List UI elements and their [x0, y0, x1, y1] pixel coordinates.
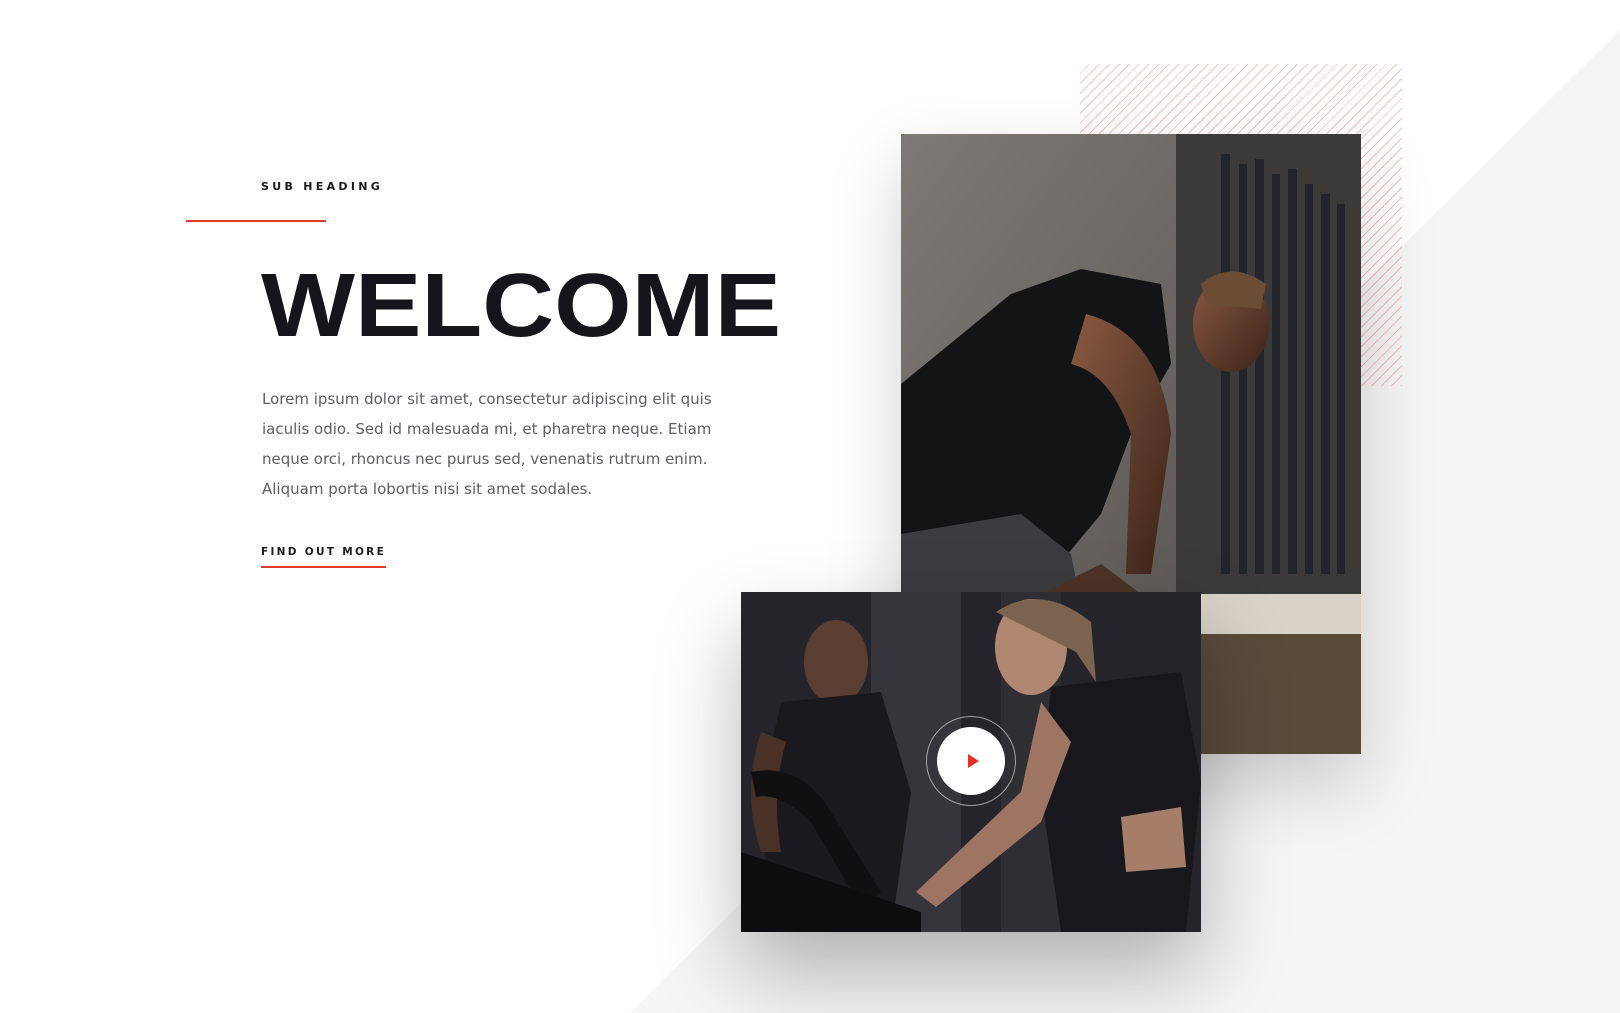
- svg-text:WELCOME: WELCOME: [261, 256, 781, 356]
- find-out-more-link[interactable]: FIND OUT MORE: [261, 546, 387, 568]
- accent-line: [186, 220, 326, 222]
- intro-text: Lorem ipsum dolor sit amet, consectetur …: [262, 390, 712, 498]
- sub-heading: SUB HEADING: [261, 180, 384, 193]
- play-video-button[interactable]: [926, 716, 1016, 806]
- page-title: WELCOME: [261, 232, 901, 356]
- play-button-circle[interactable]: [937, 727, 1005, 795]
- play-icon: [967, 754, 979, 768]
